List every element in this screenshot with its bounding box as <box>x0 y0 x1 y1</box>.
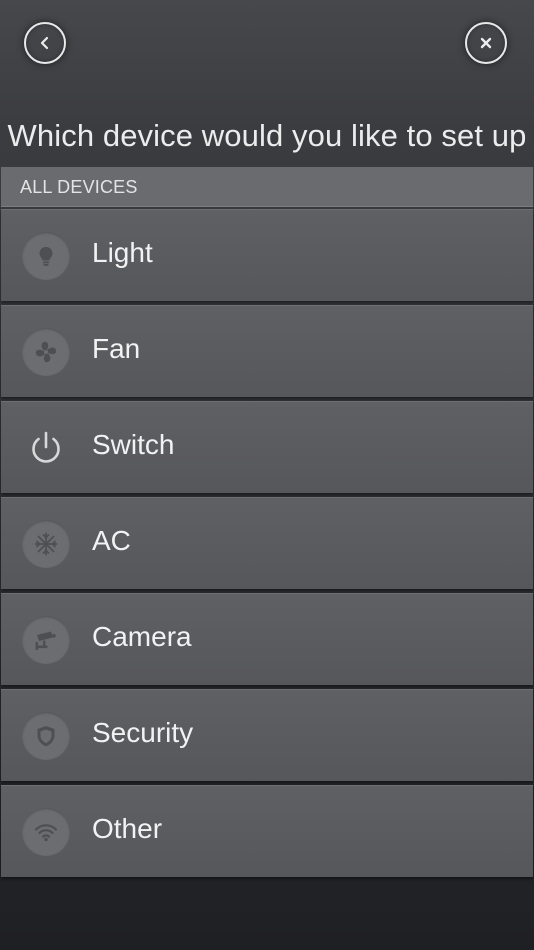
device-label: Light <box>92 237 153 268</box>
device-item-ac[interactable]: AC <box>1 497 533 589</box>
device-label: Security <box>92 717 194 748</box>
wifi-icon <box>22 808 70 856</box>
power-icon <box>22 424 70 472</box>
back-button[interactable] <box>24 22 66 64</box>
device-item-switch[interactable]: Switch <box>1 401 533 493</box>
device-label: Camera <box>92 621 192 652</box>
device-item-fan[interactable]: Fan <box>1 305 533 397</box>
section-header-all-devices: ALL DEVICES <box>1 167 533 207</box>
fan-icon <box>22 328 70 376</box>
device-item-other[interactable]: Other <box>1 785 533 877</box>
device-list: Light Fan Switch AC Camera Security Othe… <box>1 209 533 881</box>
device-label: Fan <box>92 333 141 364</box>
chevron-left-icon <box>40 36 49 50</box>
device-label: AC <box>92 525 131 556</box>
shield-icon <box>22 712 70 760</box>
close-button[interactable] <box>465 22 507 64</box>
device-label: Other <box>92 813 163 844</box>
device-item-security[interactable]: Security <box>1 689 533 781</box>
page-title: Which device would you like to set up <box>7 118 527 153</box>
snowflake-icon <box>22 520 70 568</box>
close-icon <box>480 37 492 49</box>
device-label: Switch <box>92 429 175 460</box>
lightbulb-icon <box>22 232 70 280</box>
device-item-light[interactable]: Light <box>1 209 533 301</box>
device-item-camera[interactable]: Camera <box>1 593 533 685</box>
security-camera-icon <box>22 616 70 664</box>
